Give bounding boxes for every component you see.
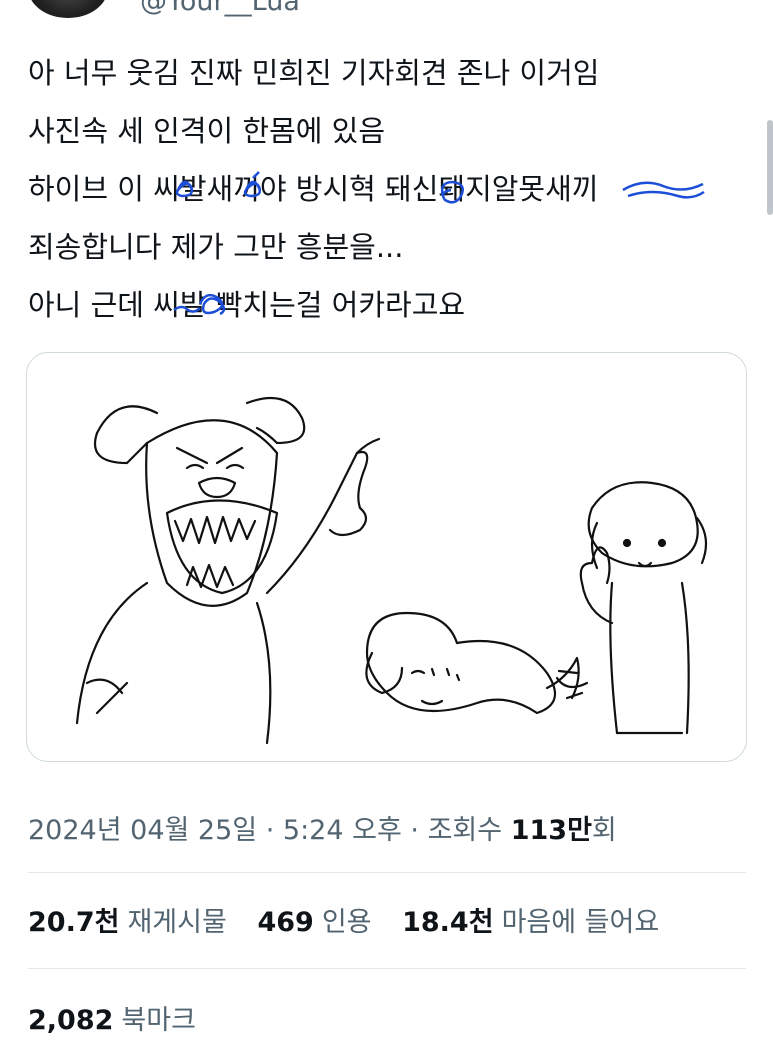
likes-count: 18.4천 — [402, 907, 494, 938]
cartoon-dogs-illustration — [75, 396, 708, 745]
meta-separator: · — [410, 815, 419, 846]
retweets-count: 20.7천 — [28, 907, 120, 938]
censor-scribble-icon — [175, 171, 705, 204]
meta-separator: · — [265, 815, 275, 846]
tweet-text: 아 너무 웃김 진짜 민희진 기자회견 존나 이거임 사진속 세 인격이 한몸에… — [28, 44, 748, 334]
quotes-stat[interactable]: 469 인용 — [257, 900, 371, 939]
tweet-line-3: 하이브 이 씨발새끼야 방시혁 돼신돼지알못새끼 — [28, 160, 748, 218]
retweets-label: 재게시물 — [127, 907, 227, 938]
censor-scribble-icon — [173, 293, 226, 316]
tweet-line-5: 아니 근데 씨발 빡치는걸 어카라고요 — [28, 276, 748, 334]
divider — [28, 968, 746, 969]
tweet-meta: 2024년 04월 25일 · 5:24 오후 · 조회수 113만회 — [28, 808, 617, 847]
views-label: 조회수 — [427, 815, 503, 846]
tweet-date[interactable]: 2024년 04월 25일 — [28, 815, 257, 846]
bookmarks-label: 북마크 — [121, 1005, 196, 1036]
tweet-time[interactable]: 5:24 오후 — [283, 815, 402, 846]
tweet-line-2: 사진속 세 인격이 한몸에 있음 — [28, 114, 386, 148]
quotes-label: 인용 — [321, 907, 372, 938]
likes-stat[interactable]: 18.4천 마음에 들어요 — [402, 900, 659, 939]
views-count: 113만 — [510, 815, 592, 846]
retweets-stat[interactable]: 20.7천 재게시물 — [28, 900, 227, 939]
divider — [28, 872, 746, 873]
quotes-count: 469 — [257, 907, 314, 938]
tweet-media-image[interactable] — [26, 352, 747, 762]
avatar[interactable] — [28, 0, 108, 18]
bookmarks-count: 2,082 — [28, 1005, 114, 1036]
scrollbar[interactable] — [767, 120, 773, 215]
tweet-line-1: 아 너무 웃김 진짜 민희진 기자회견 존나 이거임 — [28, 56, 600, 90]
likes-label: 마음에 들어요 — [501, 907, 660, 938]
bookmarks-stat[interactable]: 2,082 북마크 — [28, 998, 196, 1037]
user-handle[interactable]: @Your__Lua — [140, 0, 300, 17]
engagement-stats: 20.7천 재게시물 469 인용 18.4천 마음에 들어요 — [28, 900, 681, 939]
views-suffix: 회 — [591, 815, 617, 846]
tweet-line-4: 죄송합니다 제가 그만 흥분을... — [28, 230, 404, 264]
